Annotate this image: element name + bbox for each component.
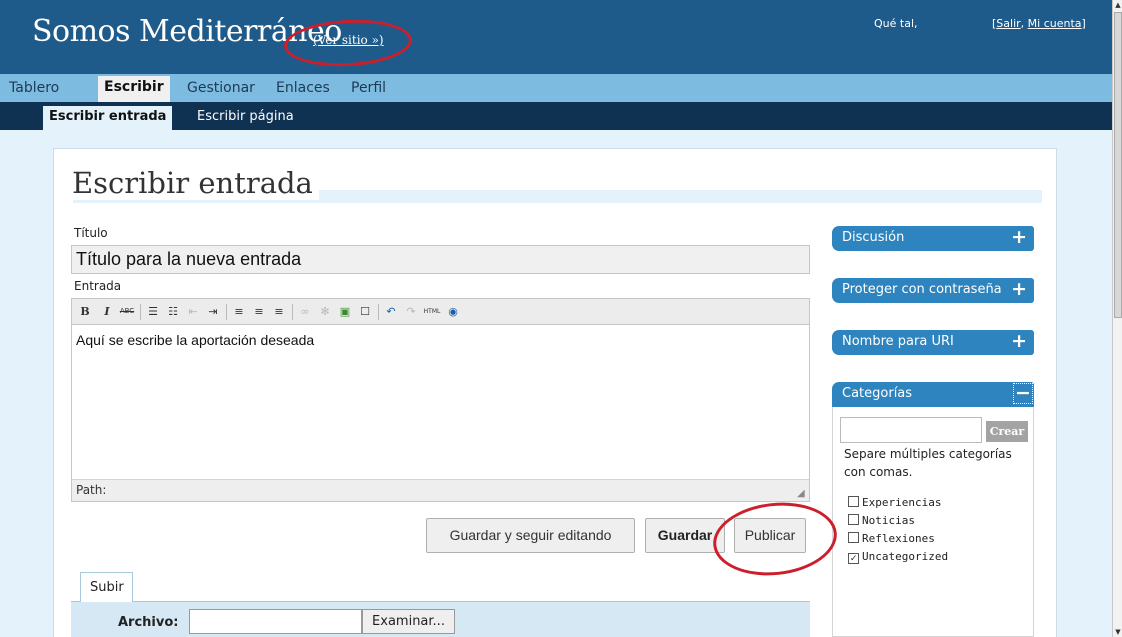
bullet-list-icon[interactable]: ☰ [145, 304, 161, 319]
bold-button[interactable]: B [77, 304, 93, 319]
category-label: Noticias [862, 514, 915, 527]
category-label: Experiencias [862, 496, 942, 509]
link-icon[interactable]: ∞ [297, 304, 313, 319]
category-item[interactable]: Noticias [848, 514, 915, 527]
category-checkbox[interactable]: ✓ [848, 553, 859, 564]
upload-tab[interactable]: Subir [80, 572, 133, 602]
nav-tablero[interactable]: Tablero [9, 80, 59, 96]
unlink-icon[interactable]: ✻ [317, 304, 333, 319]
category-hint: Separe múltiples categorías con comas. [844, 447, 1012, 479]
category-checkbox[interactable] [848, 496, 859, 507]
nav-gestionar[interactable]: Gestionar [187, 80, 255, 96]
password-box-header[interactable]: Proteger con contraseña + [832, 278, 1034, 303]
toolbar-separator [140, 304, 141, 320]
discussion-label: Discusión [842, 230, 905, 245]
bracket-close: ] [1081, 17, 1086, 30]
browse-button[interactable]: Examinar... [362, 609, 455, 634]
save-continue-button[interactable]: Guardar y seguir editando [426, 518, 635, 553]
title-input[interactable]: Título para la nueva entrada [71, 245, 810, 274]
scrollbar[interactable]: ▲ ▼ [1112, 0, 1122, 637]
toolbar-separator [226, 304, 227, 320]
nav-escribir[interactable]: Escribir [98, 76, 170, 102]
scroll-down-icon[interactable]: ▼ [1113, 627, 1122, 637]
more-break-icon[interactable]: ☐ [357, 304, 373, 319]
new-category-input[interactable] [840, 417, 982, 443]
post-content-area[interactable]: Aquí se escribe la aportación deseada [72, 326, 809, 479]
my-account-link[interactable]: Mi cuenta [1028, 17, 1082, 30]
undo-icon[interactable]: ↶ [383, 304, 399, 319]
file-label: Archivo: [118, 615, 179, 630]
outdent-icon[interactable]: ⇤ [185, 304, 201, 319]
scroll-thumb[interactable] [1114, 12, 1122, 318]
category-label: Uncategorized [862, 550, 949, 563]
categories-box-header[interactable]: Categorías − [832, 382, 1034, 407]
uri-box-header[interactable]: Nombre para URI + [832, 330, 1034, 355]
category-label: Reflexiones [862, 532, 935, 545]
categories-label: Categorías [842, 386, 913, 401]
strikethrough-button[interactable]: ABC [119, 304, 135, 319]
sub-nav: Escribir entrada Escribir página [0, 102, 1112, 130]
password-label: Proteger con contraseña [842, 282, 1002, 297]
subnav-write-page[interactable]: Escribir página [197, 109, 294, 124]
indent-icon[interactable]: ⇥ [205, 304, 221, 319]
category-item[interactable]: Experiencias [848, 496, 941, 509]
file-input[interactable] [189, 609, 362, 634]
main-nav: Tablero Escribir Gestionar Enlaces Perfi… [0, 74, 1112, 102]
create-category-button[interactable]: Crear [986, 421, 1028, 442]
admin-header: Somos Mediterráneo (Ver sitio ») Qué tal… [0, 0, 1112, 74]
account-links: [Salir, Mi cuenta] [992, 17, 1086, 30]
path-label: Path: [76, 483, 107, 497]
title-label: Título [74, 226, 108, 240]
expand-icon[interactable]: + [1011, 331, 1027, 351]
nav-perfil[interactable]: Perfil [351, 80, 386, 96]
discussion-box-header[interactable]: Discusión + [832, 226, 1034, 251]
image-icon[interactable]: ▣ [337, 304, 353, 319]
italic-button[interactable]: I [99, 304, 115, 319]
expand-icon[interactable]: + [1011, 227, 1027, 247]
editor-toolbar: B I ABC ☰ ☷ ⇤ ⇥ ≡ ≡ ≡ ∞ ✻ ▣ ☐ ↶ ↷ HTML ◉ [72, 299, 809, 325]
path-bar: Path: ◢ [72, 479, 809, 501]
html-button[interactable]: HTML [421, 304, 443, 319]
resize-handle-icon[interactable]: ◢ [797, 489, 807, 499]
post-editor: B I ABC ☰ ☷ ⇤ ⇥ ≡ ≡ ≡ ∞ ✻ ▣ ☐ ↶ ↷ HTML ◉… [71, 298, 810, 502]
collapse-icon[interactable]: − [1013, 383, 1033, 404]
expand-icon[interactable]: + [1011, 279, 1027, 299]
numbered-list-icon[interactable]: ☷ [165, 304, 181, 319]
redo-icon[interactable]: ↷ [403, 304, 419, 319]
align-center-icon[interactable]: ≡ [251, 304, 267, 319]
category-item[interactable]: ✓ Uncategorized [848, 550, 948, 564]
align-right-icon[interactable]: ≡ [271, 304, 287, 319]
category-checkbox[interactable] [848, 532, 859, 543]
entry-label: Entrada [74, 279, 122, 293]
nav-enlaces[interactable]: Enlaces [276, 80, 330, 96]
uri-label: Nombre para URI [842, 334, 954, 349]
scroll-up-icon[interactable]: ▲ [1113, 0, 1122, 10]
toolbar-separator [378, 304, 379, 320]
toolbar-separator [292, 304, 293, 320]
subnav-write-post[interactable]: Escribir entrada [43, 106, 173, 130]
link-separator: , [1020, 17, 1028, 30]
page-title: Escribir entrada [72, 166, 319, 200]
align-left-icon[interactable]: ≡ [231, 304, 247, 319]
category-checkbox[interactable] [848, 514, 859, 525]
category-item[interactable]: Reflexiones [848, 532, 935, 545]
help-icon[interactable]: ◉ [445, 304, 461, 319]
greeting-text: Qué tal, [874, 17, 918, 30]
logout-link[interactable]: Salir [996, 17, 1020, 30]
